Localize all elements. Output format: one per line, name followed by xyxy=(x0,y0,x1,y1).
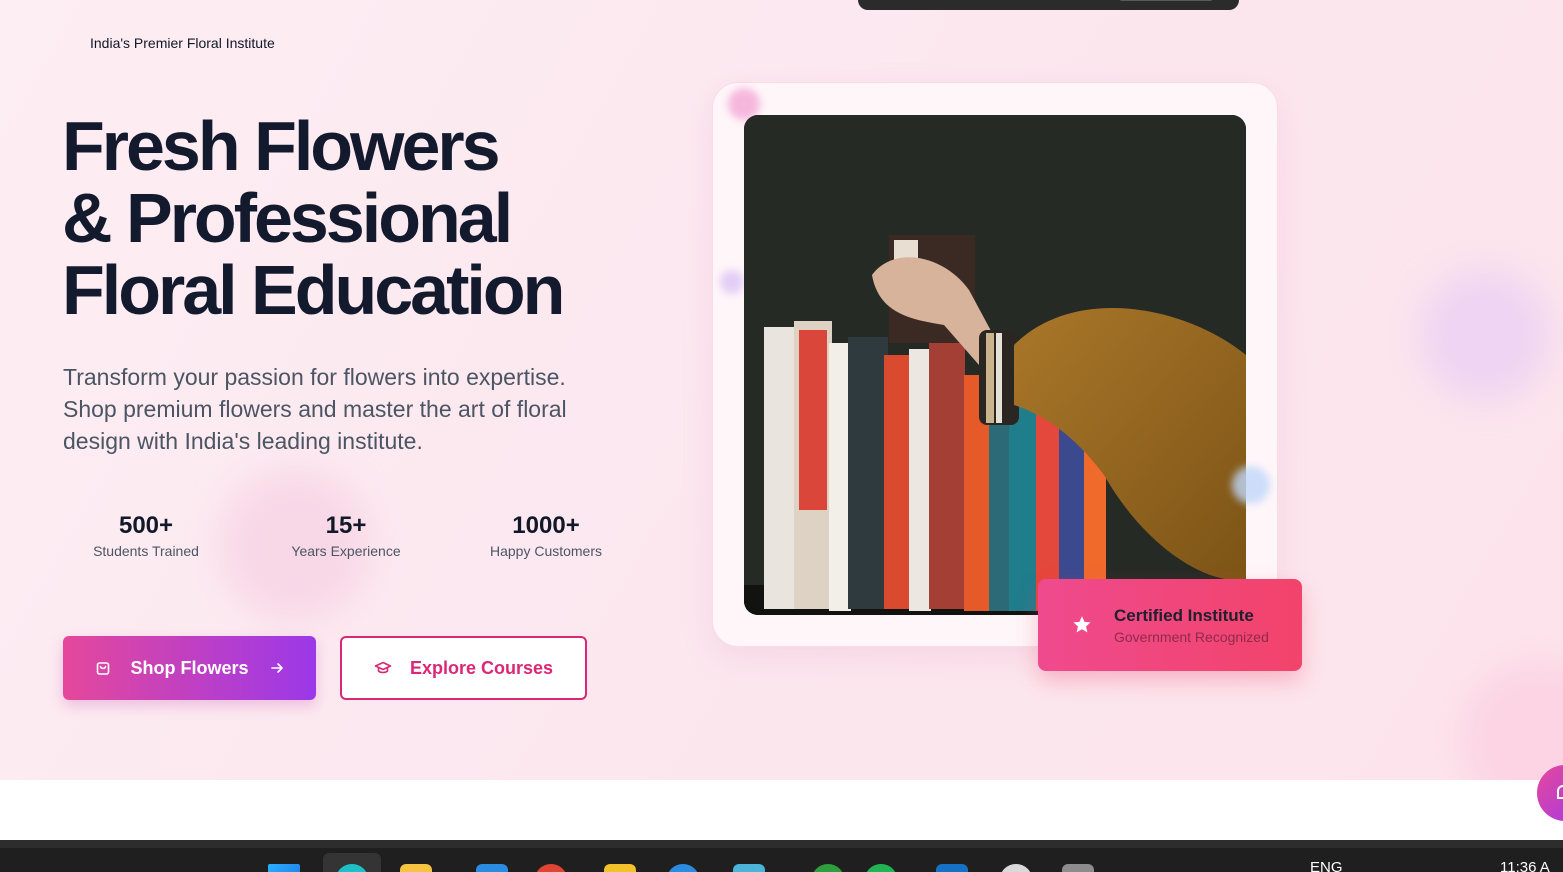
app-icon[interactable] xyxy=(1000,864,1032,872)
whatsapp-icon[interactable] xyxy=(865,864,897,872)
app-icon[interactable] xyxy=(535,864,567,872)
stat-students: 500+ Students Trained xyxy=(50,511,242,559)
stat-label: Happy Customers xyxy=(489,543,603,559)
hero-tagline: India's Premier Floral Institute xyxy=(90,35,275,51)
bookshelf-photo xyxy=(744,115,1246,615)
shopping-bag-icon xyxy=(94,659,112,677)
language-indicator[interactable]: ENG xyxy=(1310,859,1343,872)
graduation-cap-icon xyxy=(374,659,392,677)
app-icon[interactable] xyxy=(667,864,699,872)
shop-flowers-button[interactable]: Shop Flowers xyxy=(63,636,316,700)
file-explorer-icon[interactable] xyxy=(400,864,432,872)
toolbar-slot xyxy=(1120,0,1212,1)
clock[interactable]: 11:36 A xyxy=(1500,859,1550,872)
decorative-blob xyxy=(1460,660,1563,780)
hero-section: India's Premier Floral Institute Fresh F… xyxy=(0,0,1563,780)
app-icon[interactable] xyxy=(1062,864,1094,872)
badge-title: Certified Institute xyxy=(1114,606,1254,625)
windows-taskbar: ENG 11:36 A xyxy=(0,848,1563,872)
taskbar-border xyxy=(0,840,1563,848)
stat-customers: 1000+ Happy Customers xyxy=(450,511,642,559)
explore-courses-label: Explore Courses xyxy=(409,657,554,678)
app-icon[interactable] xyxy=(604,864,636,872)
decorative-dot xyxy=(1232,466,1270,504)
stat-label: Years Experience xyxy=(291,543,401,559)
chat-icon xyxy=(1557,785,1563,799)
explore-courses-button[interactable]: Explore Courses xyxy=(340,636,587,700)
decorative-dot xyxy=(720,270,744,294)
hero-headline: Fresh Flowers & Professional Floral Educ… xyxy=(62,110,682,326)
stat-label: Students Trained xyxy=(93,543,199,559)
certified-badge: Certified Institute Government Recognize… xyxy=(1038,579,1302,671)
headline-line-2: & Professional xyxy=(62,179,513,257)
floating-toolbar xyxy=(858,0,1239,10)
stat-value: 1000+ xyxy=(512,512,580,539)
decorative-blob xyxy=(1420,270,1550,400)
stats-row: 500+ Students Trained 15+ Years Experien… xyxy=(50,511,642,571)
star-icon xyxy=(1073,616,1091,633)
headline-line-1: Fresh Flowers xyxy=(62,107,501,185)
badge-subtitle: Government Recognized xyxy=(1114,629,1269,645)
app-icon[interactable] xyxy=(812,864,844,872)
stat-value: 15+ xyxy=(325,512,367,539)
hero-description: Transform your passion for flowers into … xyxy=(63,364,567,454)
stat-experience: 15+ Years Experience xyxy=(250,511,442,559)
calendar-icon[interactable] xyxy=(733,864,765,872)
headline-line-3: Floral Education xyxy=(62,251,565,329)
app-icon[interactable] xyxy=(476,864,508,872)
shop-flowers-label: Shop Flowers xyxy=(130,657,249,678)
stat-value: 500+ xyxy=(118,512,174,539)
app-icon[interactable] xyxy=(936,864,968,872)
start-menu-icon[interactable] xyxy=(268,864,300,872)
arrow-right-icon xyxy=(269,660,285,676)
